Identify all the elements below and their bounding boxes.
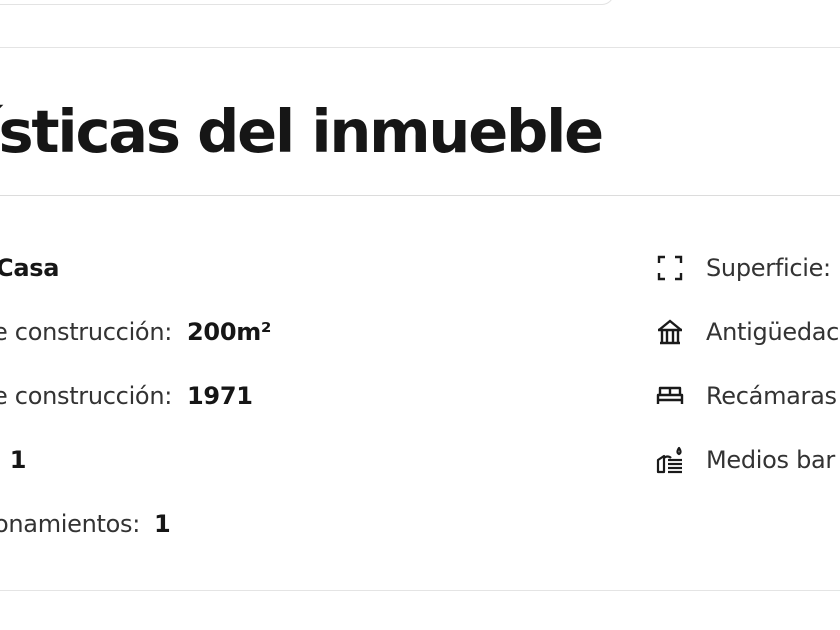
- feature-construction-area: e construcción: 200m²: [0, 316, 271, 348]
- feature-value: 1971: [187, 382, 253, 410]
- building-icon: [656, 318, 684, 346]
- expand-icon: [656, 254, 684, 282]
- feature-label: e construcción:: [0, 318, 173, 346]
- feature-property-type: Casa: [0, 252, 59, 284]
- feature-value: Casa: [0, 254, 60, 282]
- property-details-page: cterísticas del inmueble Casa e construc…: [0, 0, 840, 630]
- feature-value: 1: [154, 510, 171, 538]
- feature-half-baths: Medios bar: [656, 444, 835, 476]
- feature-construction-year: e construcción: 1971: [0, 380, 253, 412]
- divider-bottom: [0, 590, 840, 591]
- feature-label: onamientos:: [0, 510, 141, 538]
- feature-label: Recámaras: [706, 382, 837, 410]
- feature-label: Antigüedac: [706, 318, 840, 346]
- bed-icon: [656, 382, 684, 410]
- feature-parking: onamientos: 1: [0, 508, 171, 540]
- feature-age: Antigüedac: [656, 316, 839, 348]
- feature-label: e construcción:: [0, 382, 173, 410]
- feature-label: Medios bar: [706, 446, 836, 474]
- feature-label: Superficie:: [706, 254, 831, 282]
- title-divider: [0, 195, 840, 196]
- feature-value: 1: [9, 446, 27, 474]
- feature-surface: Superficie:: [656, 252, 831, 284]
- feature-value: 200m²: [187, 318, 272, 346]
- divider-top: [0, 47, 840, 48]
- shower-icon: [656, 446, 684, 474]
- feature-bedrooms: Recámaras: [656, 380, 837, 412]
- search-field[interactable]: [0, 0, 614, 5]
- feature-bathrooms: : 1: [0, 444, 27, 476]
- section-title: cterísticas del inmueble: [0, 97, 604, 166]
